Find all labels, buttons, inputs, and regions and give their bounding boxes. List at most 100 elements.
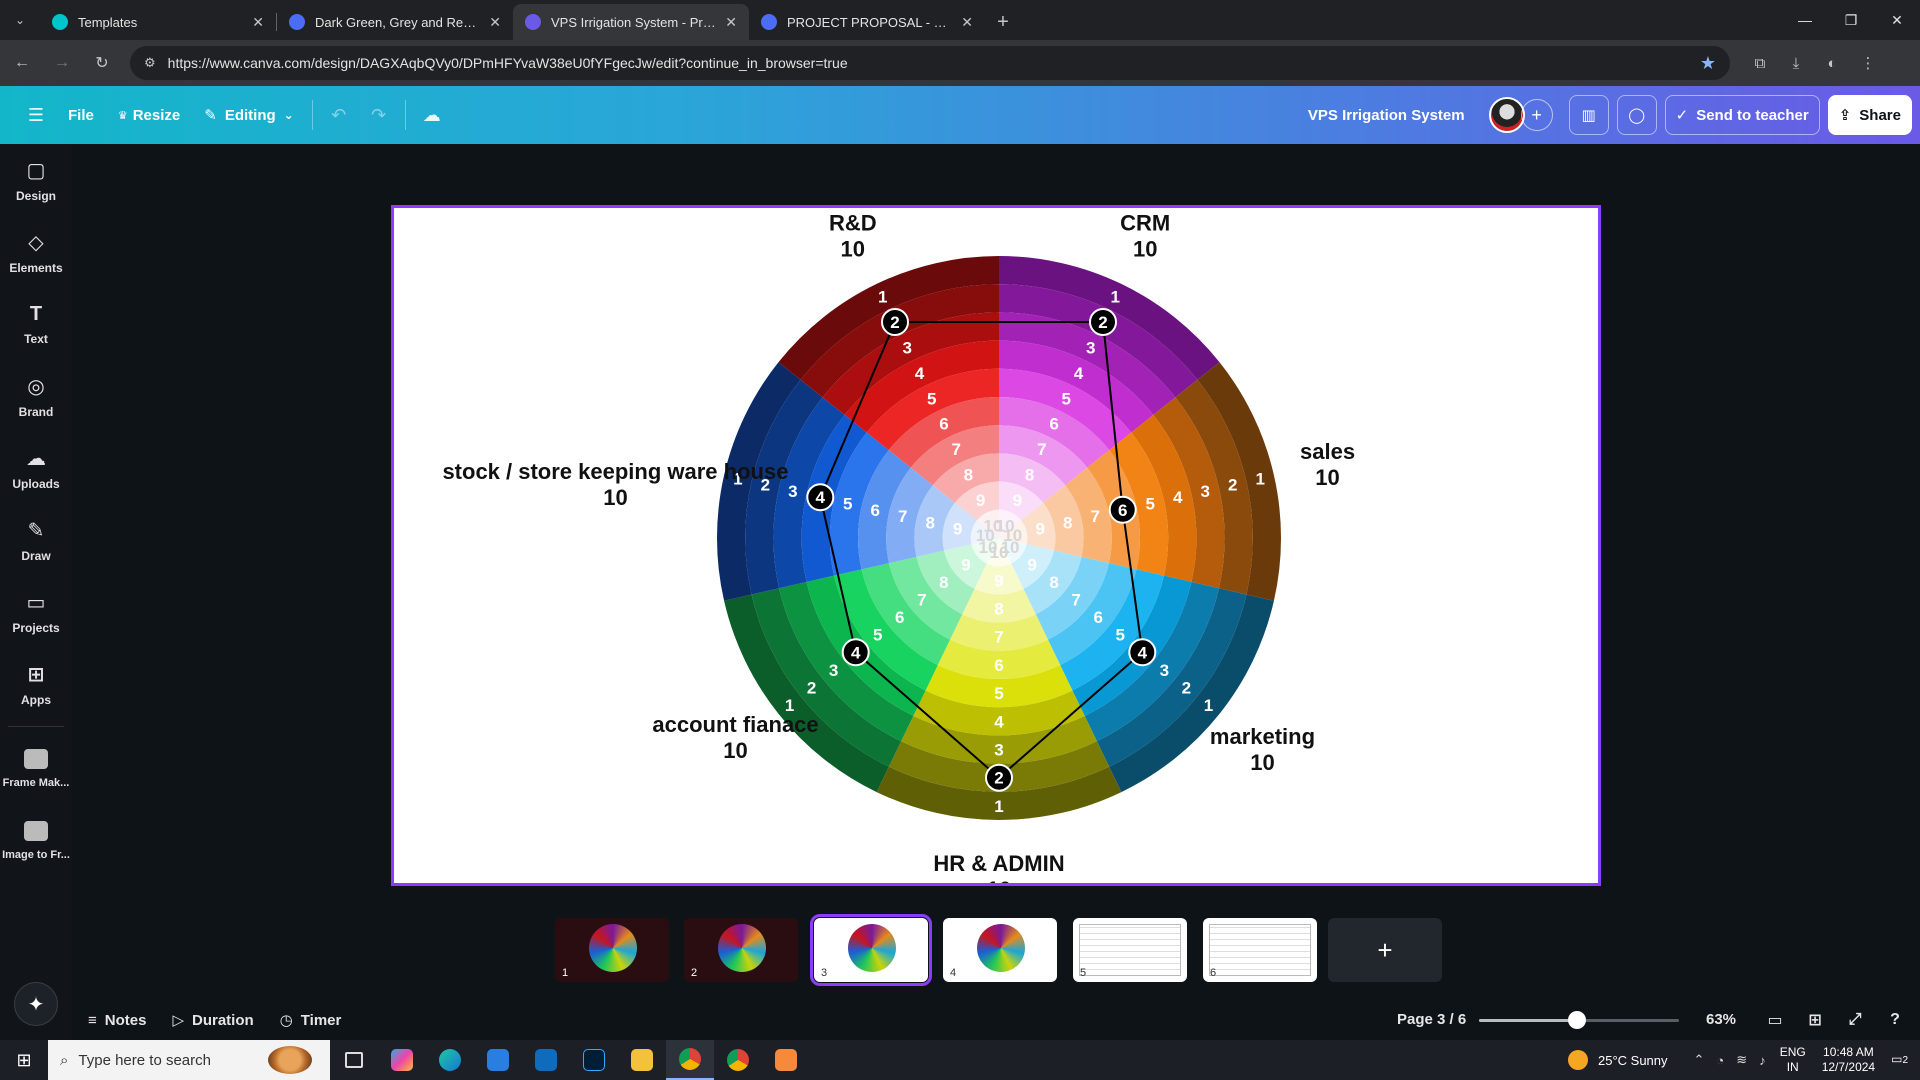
- category-max-label: 10: [603, 485, 627, 510]
- new-tab-button[interactable]: +: [985, 4, 1021, 40]
- tab-favicon-icon: [761, 14, 777, 30]
- add-page-button[interactable]: +: [1328, 918, 1442, 982]
- document-title[interactable]: VPS Irrigation System: [1308, 107, 1465, 124]
- slide-canvas[interactable]: 1 3 4 5 6 7 8 9 10 1 2 3 4 5 7 8 9 10 1 2 3 5 6 7 8 9 10 1 3 4 5 6 7 8 9 10…: [391, 205, 1601, 886]
- profile-icon[interactable]: ◐: [1814, 45, 1850, 81]
- editing-mode-button[interactable]: ✎ Editing ⌄: [192, 95, 305, 135]
- minimize-button[interactable]: —: [1782, 0, 1828, 40]
- category-label: R&D: [829, 210, 877, 235]
- sidebar-app-item[interactable]: Image to Fr...: [0, 805, 72, 877]
- outlook-icon[interactable]: [522, 1040, 570, 1080]
- insights-button[interactable]: ▥: [1568, 95, 1609, 135]
- notifications-button[interactable]: ▭2: [1891, 1052, 1908, 1068]
- windows-start-icon[interactable]: ⊞: [0, 1040, 48, 1080]
- tray-chevron-icon[interactable]: ⌃: [1694, 1052, 1705, 1068]
- language-indicator[interactable]: ENG IN: [1780, 1045, 1806, 1075]
- notes-button[interactable]: ≡ Notes: [88, 1012, 146, 1029]
- page-thumbnail[interactable]: 2: [684, 918, 798, 982]
- tab-close-icon[interactable]: ✕: [489, 14, 501, 31]
- zoom-slider-knob[interactable]: [1568, 1011, 1586, 1029]
- notes-icon: ≡: [88, 1011, 97, 1029]
- sidebar-item-brand[interactable]: ◎ Brand: [0, 360, 72, 432]
- performance-wheel[interactable]: 1345678910123457891012356789101345678910…: [394, 208, 1598, 883]
- wheel-level-label: 1: [1111, 288, 1120, 307]
- magic-assistant-button[interactable]: ✦: [14, 982, 58, 1026]
- main-menu-icon[interactable]: ☰: [16, 95, 56, 135]
- thumbnail-preview: [848, 924, 896, 972]
- cloud-save-icon[interactable]: ☁: [412, 95, 452, 135]
- chrome-icon[interactable]: [666, 1040, 714, 1080]
- site-info-icon[interactable]: ⚙: [144, 55, 156, 71]
- photoshop-icon[interactable]: [570, 1040, 618, 1080]
- pages-view-icon[interactable]: ▭: [1755, 1006, 1795, 1034]
- sidebar-item-apps[interactable]: ⊞ Apps: [0, 648, 72, 720]
- restore-button[interactable]: ❐: [1828, 0, 1874, 40]
- downloads-icon[interactable]: ⤓: [1778, 45, 1814, 81]
- sidebar-item-text[interactable]: T Text: [0, 288, 72, 360]
- wheel-level-label: 5: [1116, 626, 1125, 645]
- page-thumbnail[interactable]: 4: [943, 918, 1057, 982]
- app-icon[interactable]: [762, 1040, 810, 1080]
- redo-icon[interactable]: ↷: [359, 95, 399, 135]
- help-icon[interactable]: ?: [1875, 1006, 1915, 1034]
- send-to-teacher-button[interactable]: ✓ Send to teacher: [1664, 95, 1820, 135]
- wifi-icon[interactable]: ≋: [1736, 1052, 1747, 1068]
- page-thumbnail[interactable]: 6: [1203, 918, 1317, 982]
- browser-tab[interactable]: Templates ✕: [40, 4, 276, 40]
- grid-view-icon[interactable]: ⊞: [1795, 1006, 1835, 1034]
- avatar[interactable]: [1488, 97, 1525, 133]
- browser-tab[interactable]: Dark Green, Grey and Red Mod ✕: [277, 4, 513, 40]
- copilot-icon[interactable]: [378, 1040, 426, 1080]
- wheel-level-label: 5: [1062, 389, 1071, 408]
- sidebar-app-item[interactable]: Frame Mak...: [0, 733, 72, 805]
- comments-button[interactable]: ◯: [1616, 95, 1657, 135]
- chrome-profile-icon[interactable]: [714, 1040, 762, 1080]
- sidebar-item-label: Brand: [18, 404, 54, 419]
- page-thumbnail[interactable]: 5: [1073, 918, 1187, 982]
- undo-icon[interactable]: ↶: [319, 95, 359, 135]
- sidebar-item-elements[interactable]: ◇ Elements: [0, 216, 72, 288]
- volume-icon[interactable]: ♪: [1759, 1053, 1766, 1068]
- page-thumbnail[interactable]: 3: [810, 914, 932, 986]
- close-window-button[interactable]: ✕: [1874, 0, 1920, 40]
- zoom-percent[interactable]: 63%: [1706, 1011, 1736, 1028]
- tab-close-icon[interactable]: ✕: [725, 14, 737, 31]
- fullscreen-icon[interactable]: ⤢: [1835, 1006, 1875, 1034]
- share-button[interactable]: ⇪ Share: [1827, 95, 1912, 135]
- back-button[interactable]: ←: [4, 45, 40, 81]
- browser-menu-icon[interactable]: ⋮: [1850, 45, 1886, 81]
- timer-button[interactable]: ◷ Timer: [280, 1011, 342, 1030]
- clock[interactable]: 10:48 AM 12/7/2024: [1822, 1045, 1875, 1075]
- taskbar-search[interactable]: ⌕ Type here to search: [48, 1040, 330, 1080]
- forward-button[interactable]: →: [44, 45, 80, 81]
- resize-button[interactable]: ♛ Resize: [106, 95, 192, 135]
- browser-tab[interactable]: VPS Irrigation System - Presentat ✕: [513, 4, 749, 40]
- edge-icon[interactable]: [426, 1040, 474, 1080]
- duration-button[interactable]: ▷ Duration: [172, 1011, 253, 1030]
- invite-plus-button[interactable]: +: [1520, 99, 1553, 131]
- sidebar-item-design[interactable]: ▢ Design: [0, 144, 72, 216]
- clock-time: 10:48 AM: [1823, 1045, 1874, 1059]
- sidebar-item-uploads[interactable]: ☁ Uploads: [0, 432, 72, 504]
- store-icon[interactable]: [474, 1040, 522, 1080]
- reload-button[interactable]: ↻: [84, 45, 120, 81]
- weather-widget[interactable]: 25°C Sunny: [1567, 1050, 1668, 1070]
- tab-search-button[interactable]: ⌄: [0, 0, 40, 40]
- extensions-icon[interactable]: ⧉: [1742, 45, 1778, 81]
- page-thumbnail[interactable]: 1: [555, 918, 669, 982]
- network-icon[interactable]: ◔: [1716, 1053, 1724, 1068]
- tab-close-icon[interactable]: ✕: [961, 14, 973, 31]
- score-marker-label: 4: [851, 643, 861, 662]
- sidebar-item-projects[interactable]: ▭ Projects: [0, 576, 72, 648]
- tab-close-icon[interactable]: ✕: [252, 14, 264, 31]
- page-indicator[interactable]: Page 3 / 6: [1397, 1011, 1466, 1028]
- zoom-slider[interactable]: [1479, 1011, 1679, 1029]
- sidebar-item-draw[interactable]: ✎ Draw: [0, 504, 72, 576]
- file-explorer-icon[interactable]: [618, 1040, 666, 1080]
- address-bar[interactable]: ⚙ https://www.canva.com/design/DAGXAqbQV…: [130, 46, 1730, 80]
- bookmark-star-icon[interactable]: ★: [1700, 53, 1716, 74]
- task-view-icon[interactable]: [330, 1040, 378, 1080]
- browser-tab[interactable]: PROJECT PROPOSAL - Doc ✕: [749, 4, 985, 40]
- browser-tab-strip: ⌄ Templates ✕ Dark Green, Grey and Red Mod…: [0, 0, 1920, 40]
- file-menu[interactable]: File: [56, 95, 106, 135]
